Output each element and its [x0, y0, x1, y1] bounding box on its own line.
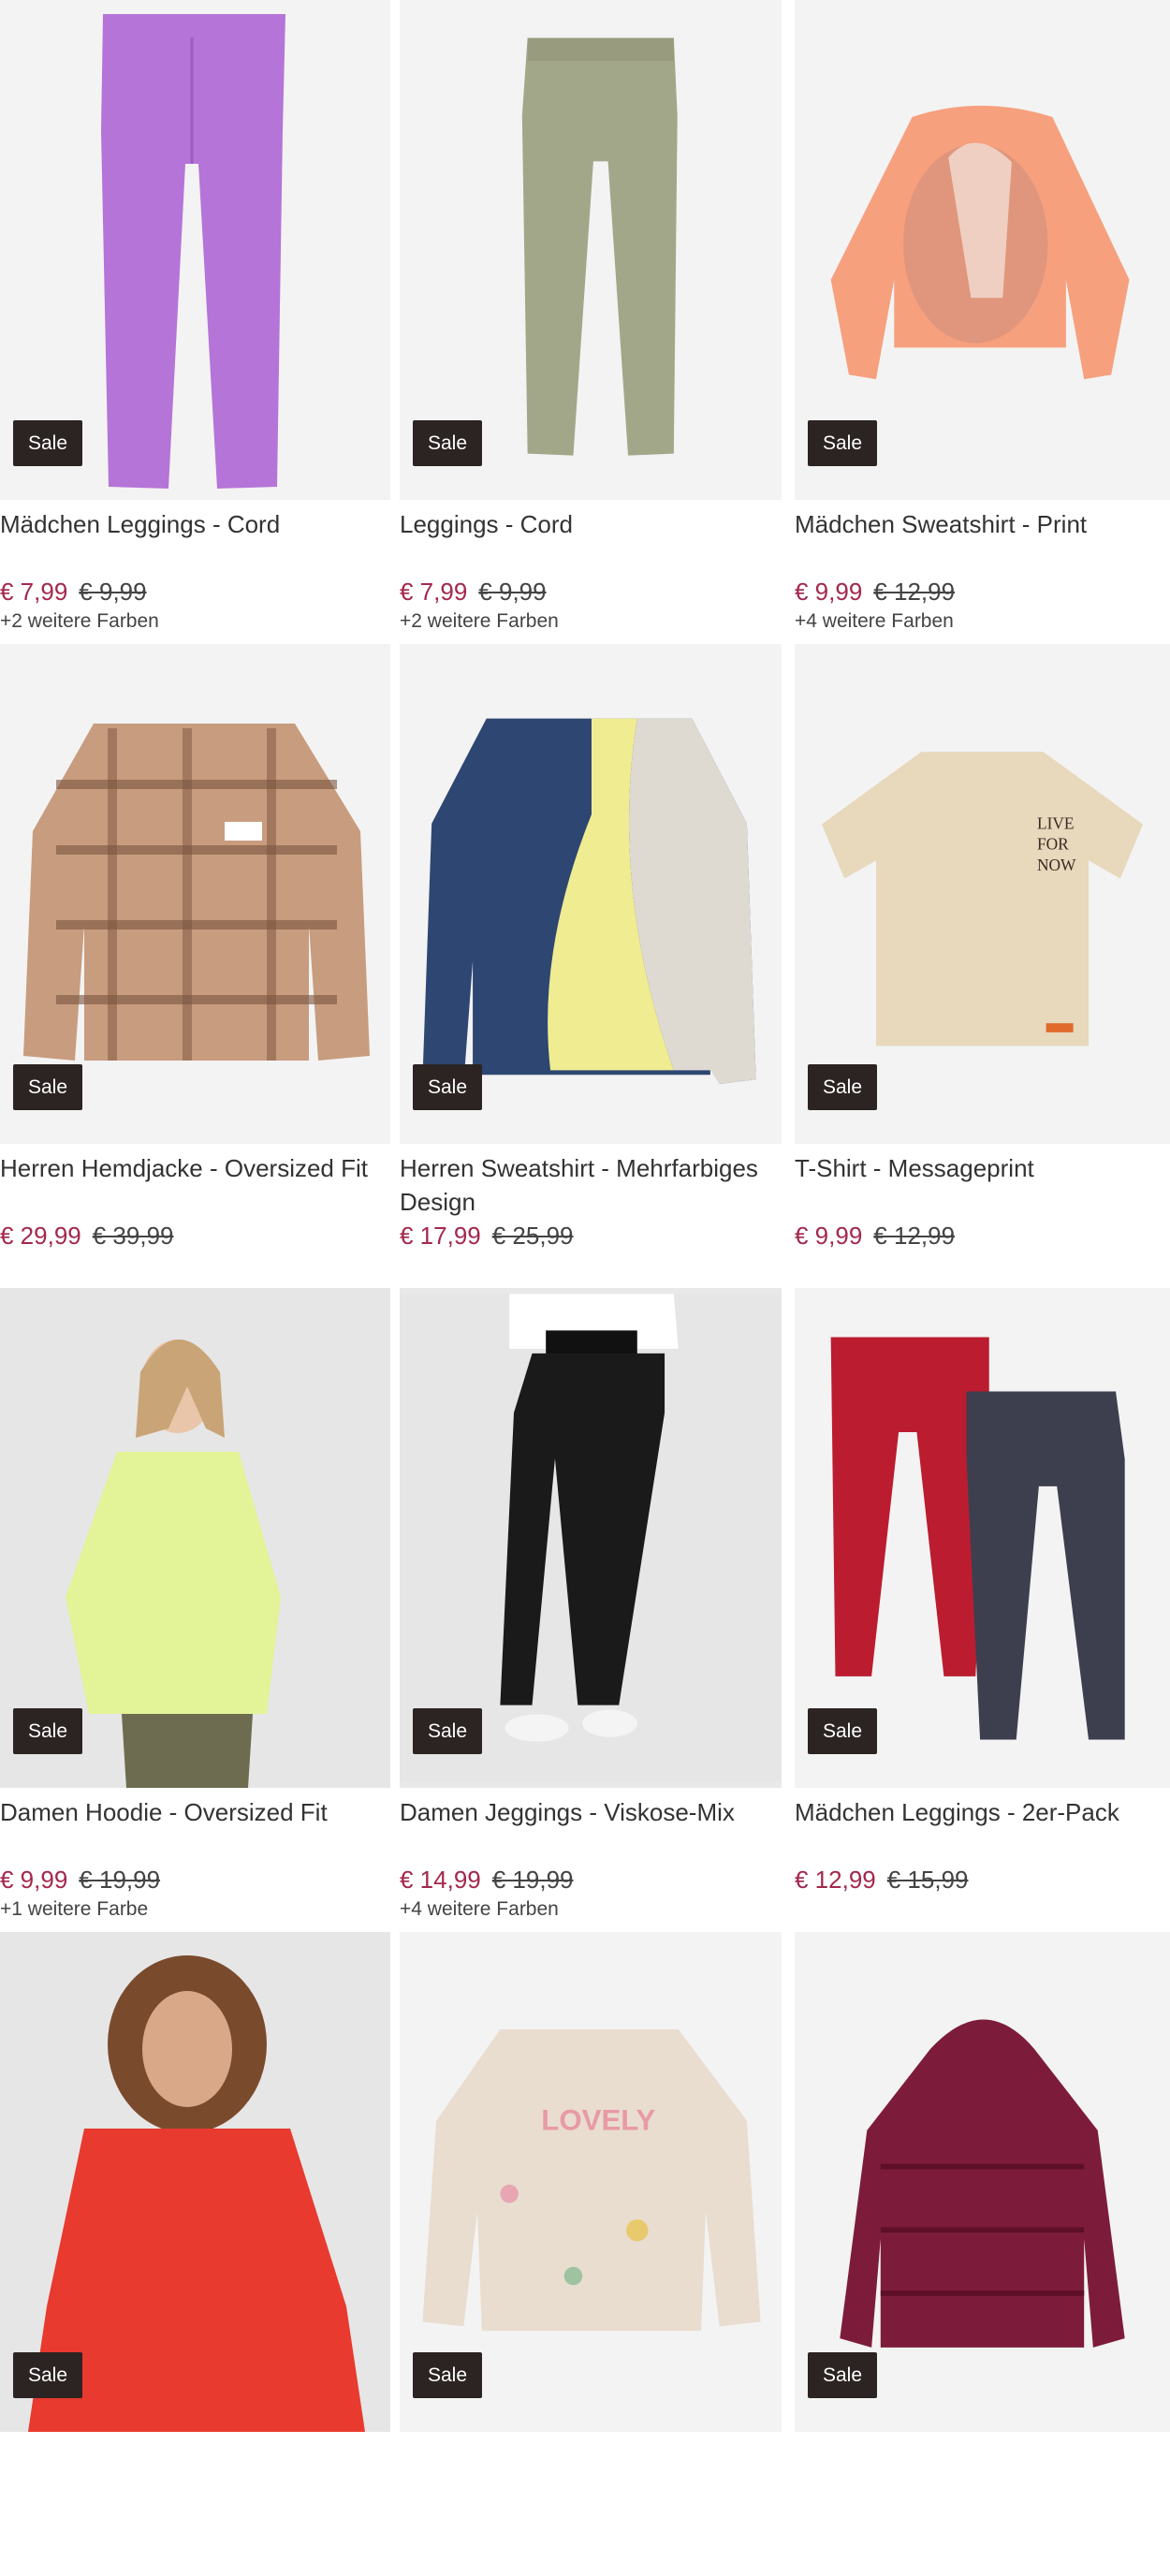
color-variants[interactable]	[400, 1254, 782, 1282]
product-image[interactable]: Sale	[400, 1288, 782, 1788]
product-title[interactable]: Mädchen Leggings - 2er-Pack	[795, 1795, 1170, 1863]
product-title[interactable]: Herren Sweatshirt - Mehrfarbiges Design	[400, 1151, 782, 1219]
product-title[interactable]: T-Shirt - Messageprint	[795, 1151, 1170, 1219]
sale-price: € 14,99	[400, 1866, 481, 1894]
sale-badge: Sale	[413, 1064, 483, 1110]
original-price: € 39,99	[92, 1222, 174, 1250]
product-title[interactable]: Damen Hoodie - Oversized Fit	[0, 1795, 390, 1863]
product-card[interactable]: Sale Herren Hemdjacke - Oversized Fit € …	[0, 644, 390, 1288]
product-card[interactable]: Sale Mädchen Leggings - 2er-Pack € 12,99…	[795, 1288, 1170, 1932]
sale-badge: Sale	[413, 1708, 483, 1754]
product-title[interactable]: Damen Jeggings - Viskose-Mix	[400, 1795, 782, 1863]
product-card[interactable]: Sale	[795, 1932, 1170, 2576]
sale-price: € 29,99	[0, 1222, 81, 1250]
product-image[interactable]: Sale	[400, 0, 782, 500]
product-image[interactable]: Sale	[795, 1288, 1170, 1788]
color-variants[interactable]	[795, 1898, 1170, 1926]
product-image[interactable]: Sale	[0, 1288, 390, 1788]
original-price: € 12,99	[873, 1222, 956, 1250]
sale-price: € 12,99	[795, 1866, 876, 1894]
product-image[interactable]: Sale	[0, 0, 390, 500]
sale-price: € 7,99	[400, 578, 468, 606]
sale-price: € 7,99	[0, 578, 68, 606]
sale-badge: Sale	[413, 2352, 483, 2398]
product-card[interactable]: LIVE FOR NOW Sale T-Shirt - Messageprint…	[795, 644, 1170, 1288]
product-card[interactable]: Sale	[0, 1932, 390, 2576]
svg-text:LOVELY: LOVELY	[541, 2103, 655, 2136]
product-prices: € 7,99 € 9,99	[400, 575, 782, 608]
svg-text:FOR: FOR	[1037, 836, 1069, 854]
product-card[interactable]: Sale Mädchen Leggings - Cord € 7,99 € 9,9…	[0, 0, 390, 644]
product-prices: € 7,99 € 9,99	[0, 575, 390, 608]
sale-price: € 9,99	[0, 1866, 68, 1894]
sale-badge: Sale	[808, 420, 878, 466]
original-price: € 12,99	[873, 578, 956, 606]
product-prices: € 12,99 € 15,99	[795, 1863, 1170, 1896]
product-card[interactable]: LOVELY Sale	[400, 1932, 782, 2576]
product-card[interactable]: Sale Mädchen Sweatshirt - Print € 9,99 € …	[795, 0, 1170, 644]
original-price: € 15,99	[886, 1866, 969, 1894]
svg-text:LIVE: LIVE	[1037, 814, 1075, 832]
sale-price: € 17,99	[400, 1222, 481, 1250]
sale-badge: Sale	[808, 1064, 878, 1110]
product-image[interactable]: LIVE FOR NOW Sale	[795, 644, 1170, 1144]
product-card[interactable]: Sale Damen Jeggings - Viskose-Mix € 14,9…	[400, 1288, 782, 1932]
product-card[interactable]: Sale Leggings - Cord € 7,99 € 9,99 +2 wei…	[400, 0, 782, 644]
sale-price: € 9,99	[795, 578, 863, 606]
color-variants[interactable]: +2 weitere Farben	[400, 610, 782, 638]
color-variants[interactable]: +4 weitere Farben	[400, 1898, 782, 1926]
color-variants[interactable]: +1 weitere Farbe	[0, 1898, 390, 1926]
sale-badge: Sale	[808, 2352, 878, 2398]
original-price: € 19,99	[79, 1866, 161, 1894]
original-price: € 9,99	[79, 578, 147, 606]
product-image[interactable]: Sale	[0, 1932, 390, 2432]
sale-badge: Sale	[13, 1064, 83, 1110]
product-prices: € 14,99 € 19,99	[400, 1863, 782, 1896]
product-title[interactable]: Mädchen Sweatshirt - Print	[795, 507, 1170, 575]
product-prices: € 9,99 € 19,99	[0, 1863, 390, 1896]
svg-text:NOW: NOW	[1037, 856, 1076, 874]
product-image[interactable]: Sale	[795, 0, 1170, 500]
color-variants[interactable]	[795, 1254, 1170, 1282]
product-card[interactable]: Sale Herren Sweatshirt - Mehrfarbiges De…	[400, 644, 782, 1288]
original-price: € 19,99	[491, 1866, 574, 1894]
product-title[interactable]: Herren Hemdjacke - Oversized Fit	[0, 1151, 390, 1219]
product-card[interactable]: Sale Damen Hoodie - Oversized Fit € 9,99…	[0, 1288, 390, 1932]
product-title[interactable]: Leggings - Cord	[400, 507, 782, 575]
product-title[interactable]: Mädchen Leggings - Cord	[0, 507, 390, 575]
product-image[interactable]: Sale	[795, 1932, 1170, 2432]
product-image[interactable]: LOVELY Sale	[400, 1932, 782, 2432]
sale-price: € 9,99	[795, 1222, 863, 1250]
product-prices: € 9,99 € 12,99	[795, 575, 1170, 608]
sale-badge: Sale	[413, 420, 483, 466]
sale-badge: Sale	[13, 420, 83, 466]
color-variants[interactable]: +4 weitere Farben	[795, 610, 1170, 638]
product-prices: € 17,99 € 25,99	[400, 1219, 782, 1252]
original-price: € 9,99	[478, 578, 547, 606]
product-image[interactable]: Sale	[400, 644, 782, 1144]
color-variants[interactable]	[0, 1254, 390, 1282]
product-grid: Sale Mädchen Leggings - Cord € 7,99 € 9,9…	[0, 0, 1170, 2576]
product-prices: € 29,99 € 39,99	[0, 1219, 390, 1252]
sale-badge: Sale	[808, 1708, 878, 1754]
color-variants[interactable]: +2 weitere Farben	[0, 610, 390, 638]
sale-badge: Sale	[13, 2352, 83, 2398]
original-price: € 25,99	[491, 1222, 574, 1250]
product-image[interactable]: Sale	[0, 644, 390, 1144]
sale-badge: Sale	[13, 1708, 83, 1754]
product-prices: € 9,99 € 12,99	[795, 1219, 1170, 1252]
